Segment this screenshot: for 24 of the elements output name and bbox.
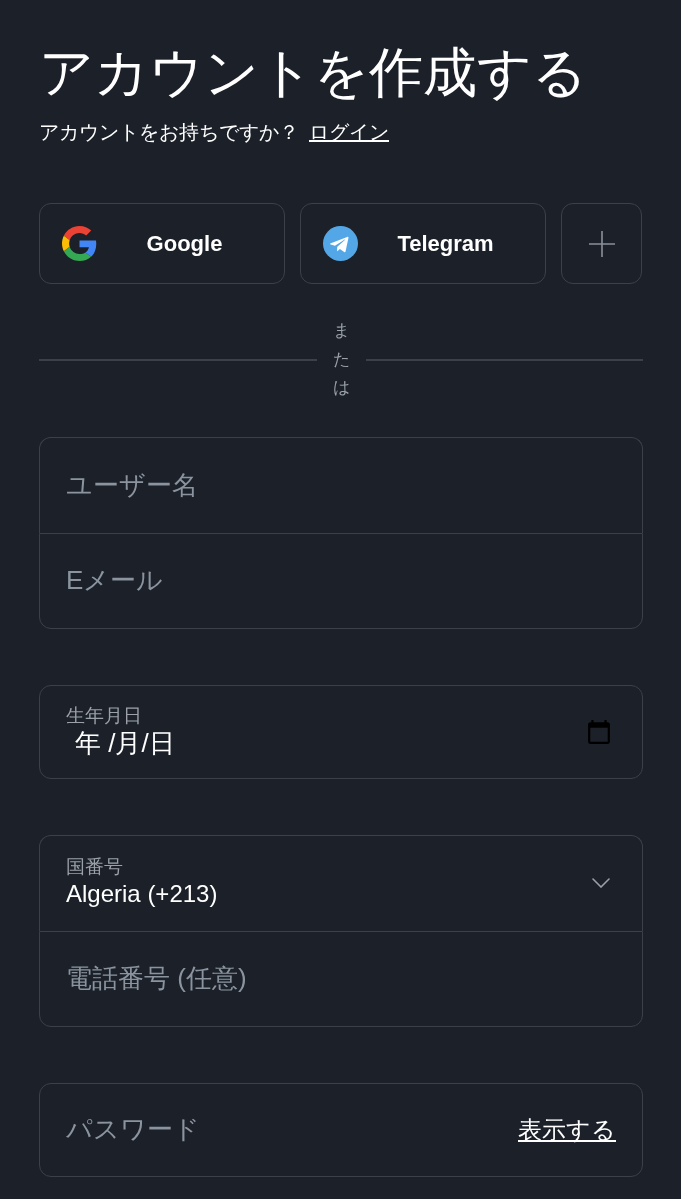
date-field[interactable]: 生年月日 年 /月/日 (39, 684, 643, 779)
field-label: 生年月日 (66, 704, 142, 727)
text-field[interactable]: ユーザー名 (39, 436, 643, 533)
plus-icon (588, 230, 615, 257)
page-title: アカウントを作成する (39, 41, 588, 104)
divider-label: または (332, 320, 350, 399)
selected-value: Algeria (+213) (66, 879, 218, 909)
text-field[interactable]: Eメール (39, 532, 643, 629)
date-value: 年 /月/日 (75, 726, 175, 759)
password-field[interactable]: パスワード 表示する (39, 1082, 643, 1177)
calendar-icon (588, 719, 610, 744)
login-link[interactable]: ログイン (309, 118, 389, 146)
field-label: 国番号 (66, 856, 123, 878)
paper-plane-icon (323, 226, 358, 261)
password-input[interactable]: パスワード (40, 1083, 518, 1176)
text-field[interactable]: 電話番号 (任意) (39, 930, 643, 1027)
sign-in-button[interactable]: Google (39, 203, 285, 284)
country-code-dropdown[interactable]: 国番号 Algeria (+213) (39, 834, 643, 931)
login-prompt: アカウントをお持ちですか？ (39, 120, 299, 145)
more-options-button[interactable] (561, 203, 642, 284)
google-logo-icon (62, 226, 97, 261)
sign-in-button[interactable]: Telegram (300, 203, 546, 284)
chevron-down-icon (592, 878, 610, 888)
show-password-link[interactable]: 表示する (518, 1113, 616, 1146)
